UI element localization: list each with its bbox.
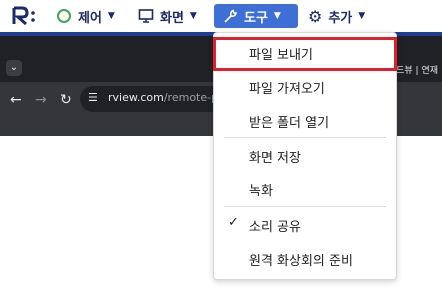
menu-item-record[interactable]: 녹화: [214, 172, 396, 204]
menu-item-label: 원격 화상회의 준비: [249, 254, 353, 269]
menu-control-label: 제어: [78, 10, 102, 26]
menu-item-label: 파일 가져오기: [249, 82, 325, 97]
menu-item-label: 화면 저장: [249, 151, 301, 166]
reload-icon[interactable]: ↻: [60, 92, 72, 108]
menu-tools[interactable]: 도구 ▼: [214, 4, 298, 28]
menu-separator: [224, 137, 386, 138]
wrench-icon: [224, 9, 238, 23]
site-settings-icon[interactable]: ☰: [88, 91, 104, 107]
gear-icon: ⚙: [308, 6, 323, 26]
chevron-down-icon: ▼: [273, 11, 281, 21]
menu-item-send-file[interactable]: 파일 보내기: [213, 36, 397, 71]
menu-item-save-screen[interactable]: 화면 저장: [214, 139, 396, 171]
menu-item-label: 소리 공유: [249, 220, 301, 235]
menu-more-label: 추가: [328, 10, 353, 26]
rview-logo: [12, 6, 35, 26]
menu-item-share-sound[interactable]: ✓ 소리 공유: [214, 208, 396, 240]
circle-icon: [57, 9, 71, 23]
menu-screen-label: 화면: [160, 10, 184, 26]
menu-separator: [224, 206, 386, 207]
menu-item-open-received-folder[interactable]: 받은 폴더 열기: [214, 104, 396, 136]
menu-item-remote-meeting[interactable]: 원격 화상회의 준비: [214, 242, 396, 274]
tools-dropdown-menu: 파일 보내기 파일 가져오기 받은 폴더 열기 화면 저장 녹화 ✓ 소리 공유…: [213, 32, 397, 280]
top-menu-bar: 제어 ▼ 화면 ▼ 도구 ▼ ⚙ 추가 ▼: [0, 0, 442, 32]
highlight-box: [213, 37, 397, 71]
check-icon: ✓: [228, 215, 239, 230]
menu-control[interactable]: 제어 ▼: [56, 4, 115, 28]
menu-item-label: 녹화: [249, 184, 273, 199]
menu-item-label: 받은 폴더 열기: [249, 116, 330, 131]
tab-search-icon[interactable]: ⌄: [6, 60, 22, 76]
menu-tools-label: 도구: [244, 10, 268, 26]
chevron-down-icon: ▼: [358, 11, 366, 21]
forward-icon[interactable]: →: [35, 92, 47, 108]
menu-more[interactable]: ⚙ 추가 ▼: [308, 4, 365, 28]
chevron-down-icon: ▼: [107, 11, 115, 21]
tab-right-text: 드뷰 | 연재: [396, 66, 438, 76]
menu-item-import-file[interactable]: 파일 가져오기: [214, 70, 396, 102]
back-icon[interactable]: ←: [10, 92, 22, 108]
chevron-down-icon: ▼: [189, 11, 197, 21]
address-url: rview.com/remote-pc: [108, 91, 225, 104]
monitor-icon: [138, 9, 154, 23]
menu-screen[interactable]: 화면 ▼: [138, 4, 197, 28]
